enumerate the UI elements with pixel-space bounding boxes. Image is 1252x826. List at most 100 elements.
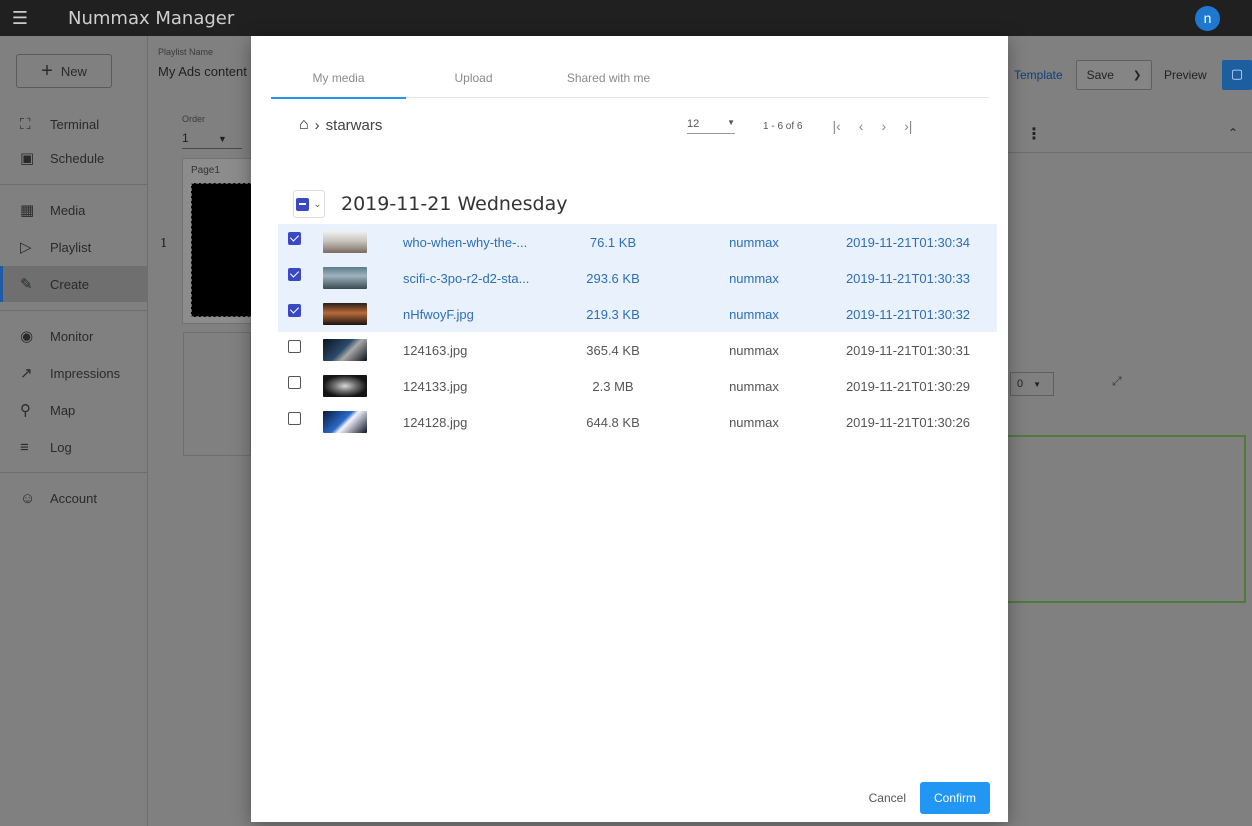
- file-date: 2019-11-21T01:30:31: [845, 342, 971, 358]
- order-label: Order: [182, 114, 206, 124]
- order-value: 1: [182, 131, 189, 145]
- sidebar-divider: [0, 472, 148, 473]
- more-options-icon[interactable]: ⋮: [1026, 124, 1042, 144]
- dialog-footer: Cancel Confirm: [869, 782, 990, 814]
- file-name: scifi-c-3po-r2-d2-sta...: [403, 270, 530, 286]
- file-size: 219.3 KB: [586, 306, 640, 322]
- chevron-down-icon: ▼: [1033, 379, 1042, 389]
- sidebar-item-terminal[interactable]: ⛶ Terminal: [0, 106, 148, 142]
- sidebar-divider: [0, 184, 148, 185]
- tab-my-media[interactable]: My media: [271, 60, 406, 99]
- page-card[interactable]: Page1: [182, 158, 253, 324]
- tab-shared-with-me[interactable]: Shared with me: [541, 60, 676, 97]
- file-size: 2.3 MB: [592, 378, 634, 394]
- file-owner: nummax: [729, 234, 779, 250]
- file-owner: nummax: [729, 342, 779, 358]
- row-checkbox[interactable]: [288, 375, 301, 389]
- sidebar-item-account[interactable]: ☺ Account: [0, 480, 148, 516]
- chevron-down-icon: ❯: [1133, 69, 1142, 81]
- new-button[interactable]: + New: [16, 54, 112, 88]
- playlist-name-input[interactable]: My Ads content: [158, 64, 247, 79]
- file-date: 2019-11-21T01:30:32: [845, 306, 971, 322]
- table-row[interactable]: nHfwoyF.jpg 219.3 KB nummax 2019-11-21T0…: [278, 296, 997, 332]
- per-page-select[interactable]: 12 ▼: [687, 118, 735, 134]
- row-checkbox[interactable]: [288, 303, 301, 317]
- table-row[interactable]: 124133.jpg 2.3 MB nummax 2019-11-21T01:3…: [278, 368, 997, 404]
- sidebar-item-playlist[interactable]: ▷ Playlist: [0, 229, 148, 265]
- group-select-checkbox[interactable]: ⌄: [293, 190, 325, 218]
- value-select[interactable]: 0 ▼: [1010, 372, 1054, 396]
- pencil-icon: ✎: [20, 276, 33, 293]
- home-icon[interactable]: ⌂: [299, 116, 309, 134]
- value-select-value: 0: [1017, 378, 1024, 390]
- row-checkbox[interactable]: [288, 339, 301, 353]
- row-checkbox[interactable]: [288, 267, 301, 281]
- monitor-icon[interactable]: ▢: [1222, 60, 1252, 90]
- sidebar-item-label: Create: [50, 276, 90, 292]
- sidebar-item-monitor[interactable]: ◉ Monitor: [0, 318, 148, 354]
- chevron-down-icon: ▼: [727, 118, 735, 127]
- sidebar-item-label: Log: [50, 439, 72, 455]
- media-thumbnail: [323, 267, 367, 289]
- sidebar: + New ⛶ Terminal ▣ Schedule ▦ Media ▷ Pl…: [0, 36, 148, 826]
- file-date: 2019-11-21T01:30:29: [845, 378, 971, 394]
- table-row[interactable]: 124128.jpg 644.8 KB nummax 2019-11-21T01…: [278, 404, 997, 440]
- cancel-button[interactable]: Cancel: [869, 783, 906, 813]
- page-label: Page1: [191, 165, 220, 176]
- table-row[interactable]: 124163.jpg 365.4 KB nummax 2019-11-21T01…: [278, 332, 997, 368]
- sidebar-item-label: Map: [50, 402, 76, 418]
- page-thumbnail: [191, 183, 253, 317]
- sidebar-item-label: Monitor: [50, 328, 94, 344]
- date-group-header: ⌄ 2019-11-21 Wednesday: [293, 190, 567, 218]
- save-button[interactable]: Save ❯: [1076, 60, 1152, 90]
- canvas-frame: [1006, 435, 1246, 603]
- plus-icon: +: [41, 59, 53, 82]
- table-row[interactable]: scifi-c-3po-r2-d2-sta... 293.6 KB nummax…: [278, 260, 997, 296]
- media-thumbnail: [323, 303, 367, 325]
- last-page-icon[interactable]: ›|: [904, 118, 912, 134]
- playlist-name-label: Playlist Name: [158, 47, 214, 57]
- sidebar-item-log[interactable]: ≡ Log: [0, 429, 148, 465]
- page-range: 1 - 6 of 6: [763, 120, 803, 132]
- prev-page-icon[interactable]: ‹: [859, 118, 864, 134]
- group-title: 2019-11-21 Wednesday: [341, 193, 568, 215]
- file-date: 2019-11-21T01:30:26: [845, 414, 971, 430]
- file-owner: nummax: [729, 378, 779, 394]
- per-page-value: 12: [687, 118, 700, 130]
- list-icon: ≡: [20, 438, 29, 456]
- save-button-label: Save: [1086, 68, 1114, 82]
- file-date: 2019-11-21T01:30:33: [845, 270, 971, 286]
- tab-upload[interactable]: Upload: [406, 60, 541, 97]
- template-button[interactable]: Template: [1014, 68, 1063, 82]
- order-select[interactable]: 1 ▼: [182, 131, 242, 149]
- preview-button[interactable]: Preview: [1164, 68, 1207, 82]
- fullscreen-icon[interactable]: ⤢: [1112, 374, 1122, 389]
- confirm-button[interactable]: Confirm: [920, 782, 990, 814]
- sidebar-item-label: Account: [50, 490, 97, 506]
- next-page-icon[interactable]: ›: [881, 118, 886, 134]
- eye-icon: ◉: [20, 328, 34, 345]
- breadcrumb-folder[interactable]: starwars: [326, 117, 383, 134]
- file-size: 293.6 KB: [586, 270, 640, 286]
- file-owner: nummax: [729, 306, 779, 322]
- image-icon: ▦: [20, 202, 35, 219]
- sidebar-item-label: Terminal: [50, 116, 100, 132]
- first-page-icon[interactable]: |‹: [832, 118, 840, 134]
- row-checkbox[interactable]: [288, 231, 301, 245]
- sidebar-item-label: Impressions: [50, 365, 121, 381]
- table-row[interactable]: who-when-why-the-... 76.1 KB nummax 2019…: [278, 224, 997, 260]
- sidebar-item-impressions[interactable]: ↗ Impressions: [0, 355, 148, 391]
- top-bar: ☰ Nummax Manager n: [0, 0, 1252, 36]
- hamburger-menu-icon[interactable]: ☰: [0, 8, 40, 29]
- row-checkbox[interactable]: [288, 411, 301, 425]
- row-number: 1: [160, 236, 168, 250]
- sidebar-item-schedule[interactable]: ▣ Schedule: [0, 140, 148, 176]
- chevron-up-icon[interactable]: ⌃: [1228, 126, 1238, 140]
- sidebar-item-media[interactable]: ▦ Media: [0, 192, 148, 228]
- avatar[interactable]: n: [1195, 6, 1220, 31]
- file-size: 644.8 KB: [586, 414, 640, 430]
- sidebar-item-map[interactable]: ⚲ Map: [0, 392, 148, 428]
- file-name: 124133.jpg: [403, 378, 468, 394]
- empty-page-slot[interactable]: [183, 332, 251, 456]
- sidebar-item-create[interactable]: ✎ Create: [0, 266, 148, 302]
